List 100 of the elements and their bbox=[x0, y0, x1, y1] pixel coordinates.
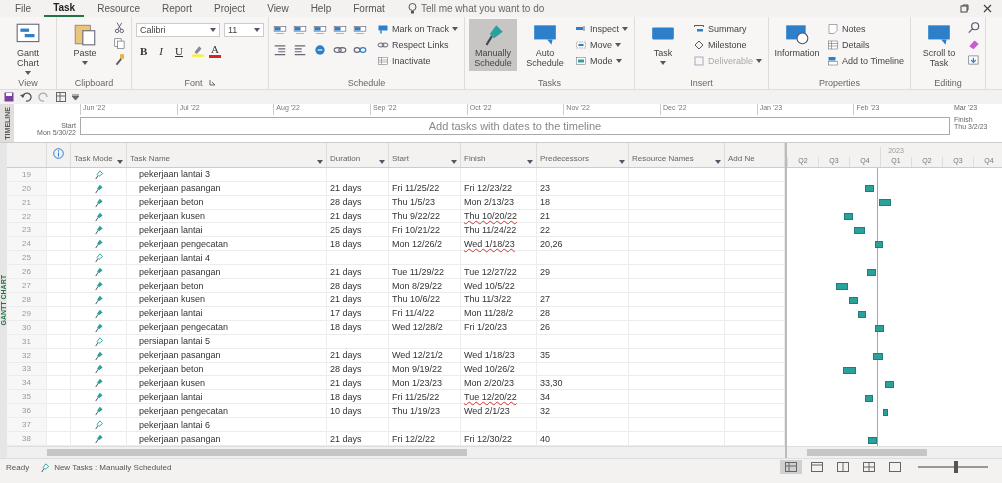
task-name-cell: pekerjaan pasangan bbox=[127, 348, 327, 362]
timeline-bar[interactable]: Add tasks with dates to the timeline bbox=[80, 117, 950, 135]
predecessors-cell: 23 bbox=[537, 181, 629, 195]
ribbon-button[interactable]: Inspect bbox=[573, 22, 631, 36]
column-header[interactable]: Task Mode bbox=[74, 155, 113, 164]
ribbon-button[interactable]: Paste bbox=[61, 19, 109, 67]
table-icon bbox=[827, 39, 840, 51]
progress-icon[interactable] bbox=[313, 23, 327, 37]
outdent-icon[interactable] bbox=[273, 43, 287, 57]
predecessors-cell: 18 bbox=[537, 195, 629, 209]
gantt-bar[interactable] bbox=[865, 185, 875, 192]
ribbon-button[interactable]: Manually Schedule bbox=[469, 19, 517, 71]
ribbon-button[interactable]: Summary bbox=[691, 22, 765, 36]
progress-icon[interactable] bbox=[273, 23, 287, 37]
ribbon-button[interactable]: Mode bbox=[573, 54, 631, 68]
fill-icon[interactable] bbox=[967, 53, 982, 67]
column-header[interactable]: Start bbox=[392, 155, 409, 164]
gantt-bar[interactable] bbox=[878, 199, 892, 206]
search-icon[interactable] bbox=[967, 21, 982, 35]
ribbon-button[interactable]: Details bbox=[825, 38, 907, 52]
gantt-bar[interactable] bbox=[884, 381, 894, 388]
ribbon-tab[interactable]: View bbox=[258, 1, 298, 16]
format-button[interactable]: I bbox=[155, 44, 167, 57]
ribbon-button[interactable]: Notes bbox=[825, 22, 907, 36]
progress-icon[interactable] bbox=[353, 23, 367, 37]
ribbon-button[interactable]: Auto Schedule bbox=[521, 19, 569, 71]
progress-icon[interactable] bbox=[333, 23, 347, 37]
gantt-bar[interactable] bbox=[848, 297, 858, 304]
gantt-bar[interactable] bbox=[867, 437, 877, 444]
font-size-field[interactable]: 11 bbox=[224, 23, 264, 37]
gantt-bar[interactable] bbox=[866, 269, 876, 276]
gantt-bar[interactable] bbox=[836, 283, 849, 290]
task-name-cell: pekerjaan beton bbox=[127, 362, 327, 376]
pin-icon bbox=[93, 433, 104, 444]
ribbon-button[interactable]: Scroll to Task bbox=[915, 19, 964, 71]
ribbon-tab[interactable]: Format bbox=[344, 1, 394, 16]
ribbon-button[interactable]: Add to Timeline bbox=[825, 54, 907, 68]
gantt-bar[interactable] bbox=[874, 241, 883, 248]
scissors-icon[interactable] bbox=[113, 21, 127, 35]
tell-me-field[interactable]: Tell me what you want to do bbox=[420, 3, 641, 14]
ribbon-tab[interactable]: Report bbox=[153, 1, 201, 16]
progress-icon[interactable] bbox=[293, 23, 307, 37]
caret-icon bbox=[117, 159, 123, 164]
status-text[interactable]: New Tasks : Manually Scheduled bbox=[54, 462, 172, 472]
predecessors-cell: 26 bbox=[537, 320, 629, 334]
ribbon-tab[interactable]: Resource bbox=[88, 1, 149, 16]
launcher-icon[interactable] bbox=[208, 79, 216, 86]
start-cell: Mon 8/29/22 bbox=[389, 279, 461, 292]
group-label: View bbox=[18, 77, 38, 88]
ribbon-button[interactable]: Mark on Track bbox=[375, 22, 460, 36]
format-button[interactable]: U bbox=[171, 44, 187, 57]
font-name-field[interactable]: Calibri bbox=[136, 23, 220, 37]
gantt-bar[interactable] bbox=[843, 367, 857, 374]
grid-icon[interactable] bbox=[56, 92, 66, 102]
view-button[interactable] bbox=[780, 460, 802, 474]
ribbon-button[interactable]: Inactivate bbox=[375, 54, 460, 68]
column-header[interactable]: Predecessors bbox=[540, 155, 589, 164]
copy-icon[interactable] bbox=[113, 37, 127, 51]
save-icon[interactable] bbox=[4, 92, 14, 102]
undo-icon[interactable] bbox=[20, 92, 32, 102]
ribbon-button[interactable]: Gantt Chart bbox=[4, 19, 52, 77]
start-cell: Fri 12/2/22 bbox=[389, 432, 461, 445]
ribbon-button[interactable]: Move bbox=[573, 38, 631, 52]
gantt-bar[interactable] bbox=[883, 409, 889, 416]
bracket-icon bbox=[693, 23, 706, 35]
task-name-cell: pekerjaan pasangan bbox=[127, 265, 327, 279]
ribbon-tab[interactable]: File bbox=[6, 1, 41, 16]
predecessors-cell: 32 bbox=[537, 404, 629, 418]
column-header[interactable]: Add Ne bbox=[728, 155, 755, 164]
ribbon-tab[interactable]: Project bbox=[205, 1, 255, 16]
format-button[interactable]: A bbox=[208, 43, 221, 58]
ribbon-button[interactable]: Respect Links bbox=[375, 38, 460, 52]
column-header[interactable]: Resource Names bbox=[632, 155, 694, 164]
brush-icon[interactable] bbox=[113, 53, 127, 67]
task-name-cell: pekerjaan lantai 3 bbox=[127, 167, 327, 181]
pin-icon bbox=[93, 405, 104, 417]
column-header[interactable]: Task Name bbox=[130, 155, 170, 164]
column-header[interactable]: Duration bbox=[330, 155, 361, 164]
duration-cell: 28 days bbox=[327, 279, 389, 292]
ribbon-button[interactable]: Information bbox=[773, 19, 822, 61]
pin-icon bbox=[93, 293, 104, 305]
pin-icon bbox=[93, 321, 104, 333]
restore-icon[interactable] bbox=[960, 4, 969, 13]
customize-icon[interactable] bbox=[72, 94, 79, 100]
row-number: 28 bbox=[7, 293, 47, 306]
ribbon-button[interactable]: Milestone bbox=[691, 38, 765, 52]
ribbon-tab[interactable]: Help bbox=[301, 1, 341, 16]
indent-icon[interactable] bbox=[293, 43, 307, 57]
close-icon[interactable] bbox=[983, 4, 992, 13]
gantt-bar[interactable] bbox=[853, 227, 865, 234]
split-icon[interactable] bbox=[313, 43, 327, 57]
duration-cell: 18 days bbox=[327, 320, 389, 334]
scrollbar[interactable] bbox=[47, 448, 467, 456]
column-header[interactable]: Finish bbox=[464, 155, 486, 164]
format-button[interactable]: B bbox=[136, 44, 152, 57]
gantt-bar[interactable] bbox=[844, 213, 854, 220]
ribbon-button[interactable]: Task bbox=[639, 19, 688, 67]
scrollbar[interactable] bbox=[807, 449, 927, 456]
gantt-bar[interactable] bbox=[865, 395, 874, 402]
gantt-bar[interactable] bbox=[858, 311, 867, 318]
